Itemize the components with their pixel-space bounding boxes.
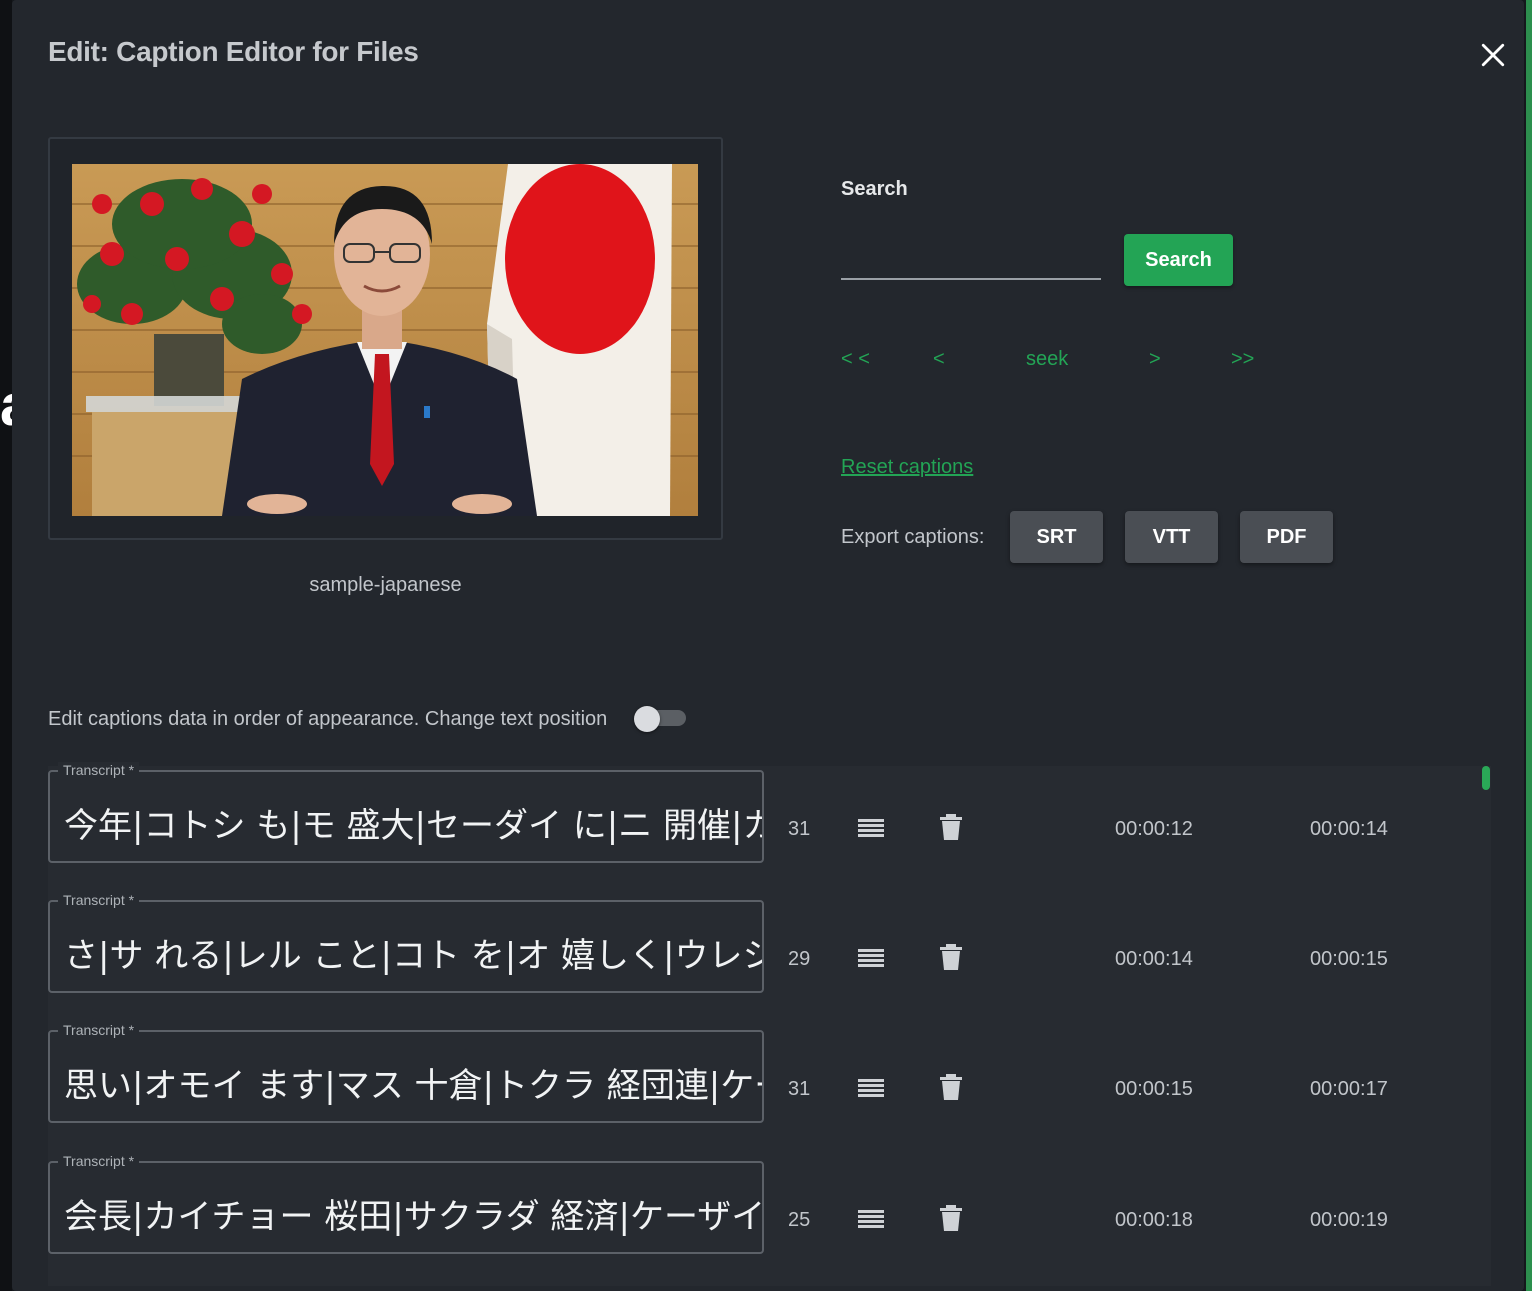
trash-icon [940, 1074, 962, 1100]
trash-icon [940, 944, 962, 970]
start-time[interactable]: 00:00:14 [1115, 948, 1193, 971]
drag-handle-icon [858, 1079, 884, 1097]
search-button[interactable]: Search [1124, 234, 1233, 286]
start-time[interactable]: 00:00:18 [1115, 1209, 1193, 1232]
search-input[interactable] [841, 238, 1101, 280]
video-preview[interactable] [72, 164, 698, 516]
end-time[interactable]: 00:00:19 [1310, 1209, 1388, 1232]
export-srt-button[interactable]: SRT [1010, 511, 1103, 563]
caption-row: 今年|コトシ も|モ 盛大|セーダイ に|ニ 開催|カイサイ Transcrip… [48, 762, 1468, 863]
seek-prev-button[interactable]: < [933, 348, 945, 371]
modal-title: Edit: Caption Editor for Files [48, 36, 419, 67]
trash-icon [940, 814, 962, 840]
drag-handle-icon [858, 1210, 884, 1228]
seek-last-button[interactable]: >> [1231, 348, 1254, 371]
drag-handle-icon [858, 819, 884, 837]
seek-button[interactable]: seek [1026, 348, 1068, 371]
drag-handle-icon [858, 949, 884, 967]
right-accent-bar [1526, 0, 1532, 1291]
seek-first-button[interactable]: < < [841, 348, 870, 371]
transcript-label: Transcript * [58, 762, 140, 778]
char-count: 25 [788, 1209, 811, 1231]
transcript-text: 思い|オモイ ます|マス 十倉|トクラ 経団連|ケーダンレン [64, 1066, 762, 1106]
delete-button[interactable] [936, 1203, 966, 1233]
transcript-field[interactable]: 会長|カイチョー 桜田|サクラダ 経済|ケーザイ [48, 1161, 764, 1254]
transcript-field[interactable]: さ|サ れる|レル こと|コト を|オ 嬉しく|ウレシク [48, 900, 764, 993]
transcript-label: Transcript * [58, 1153, 140, 1169]
end-time[interactable]: 00:00:17 [1310, 1078, 1388, 1101]
export-captions-label: Export captions: [841, 526, 985, 548]
transcript-text: さ|サ れる|レル こと|コト を|オ 嬉しく|ウレシク [64, 936, 764, 976]
start-time[interactable]: 00:00:12 [1115, 818, 1193, 841]
drag-handle-button[interactable] [856, 1072, 886, 1102]
video-frame-image [72, 164, 698, 516]
transcript-label: Transcript * [58, 892, 140, 908]
caption-editor-modal: Edit: Caption Editor for Files sample-ja… [12, 0, 1524, 1291]
transcript-text: 今年|コトシ も|モ 盛大|セーダイ に|ニ 開催|カイサイ [64, 806, 762, 846]
search-label: Search [841, 178, 908, 200]
transcript-label: Transcript * [58, 1022, 140, 1038]
drag-handle-button[interactable] [856, 812, 886, 842]
backdrop [0, 0, 12, 1291]
drag-handle-button[interactable] [856, 942, 886, 972]
reset-captions-link[interactable]: Reset captions [841, 456, 973, 479]
video-filename: sample-japanese [309, 574, 462, 596]
caption-row: 思い|オモイ ます|マス 十倉|トクラ 経団連|ケーダンレン Transcrip… [48, 1022, 1468, 1123]
seek-next-button[interactable]: > [1149, 348, 1161, 371]
close-icon [1481, 43, 1505, 67]
drag-handle-button[interactable] [856, 1203, 886, 1233]
char-count: 31 [788, 818, 811, 840]
toggle-label: Edit captions data in order of appearanc… [48, 708, 608, 730]
trash-icon [940, 1205, 962, 1231]
delete-button[interactable] [936, 812, 966, 842]
video-player-frame [48, 137, 723, 540]
end-time[interactable]: 00:00:14 [1310, 818, 1388, 841]
char-count: 29 [788, 948, 811, 970]
transcript-field[interactable]: 思い|オモイ ます|マス 十倉|トクラ 経団連|ケーダンレン [48, 1030, 764, 1123]
transcript-text: 会長|カイチョー 桜田|サクラダ 経済|ケーザイ [64, 1197, 764, 1237]
caption-row: さ|サ れる|レル こと|コト を|オ 嬉しく|ウレシク Transcript … [48, 892, 1468, 993]
toggle-knob [634, 706, 660, 732]
close-button[interactable] [1476, 38, 1510, 72]
caption-row: 会長|カイチョー 桜田|サクラダ 経済|ケーザイ Transcript * 25… [48, 1153, 1468, 1254]
end-time[interactable]: 00:00:15 [1310, 948, 1388, 971]
scrollbar-thumb[interactable] [1482, 766, 1490, 790]
delete-button[interactable] [936, 1072, 966, 1102]
char-count: 31 [788, 1078, 811, 1100]
text-position-toggle[interactable] [634, 706, 688, 732]
export-pdf-button[interactable]: PDF [1240, 511, 1333, 563]
export-vtt-button[interactable]: VTT [1125, 511, 1218, 563]
transcript-field[interactable]: 今年|コトシ も|モ 盛大|セーダイ に|ニ 開催|カイサイ [48, 770, 764, 863]
delete-button[interactable] [936, 942, 966, 972]
start-time[interactable]: 00:00:15 [1115, 1078, 1193, 1101]
